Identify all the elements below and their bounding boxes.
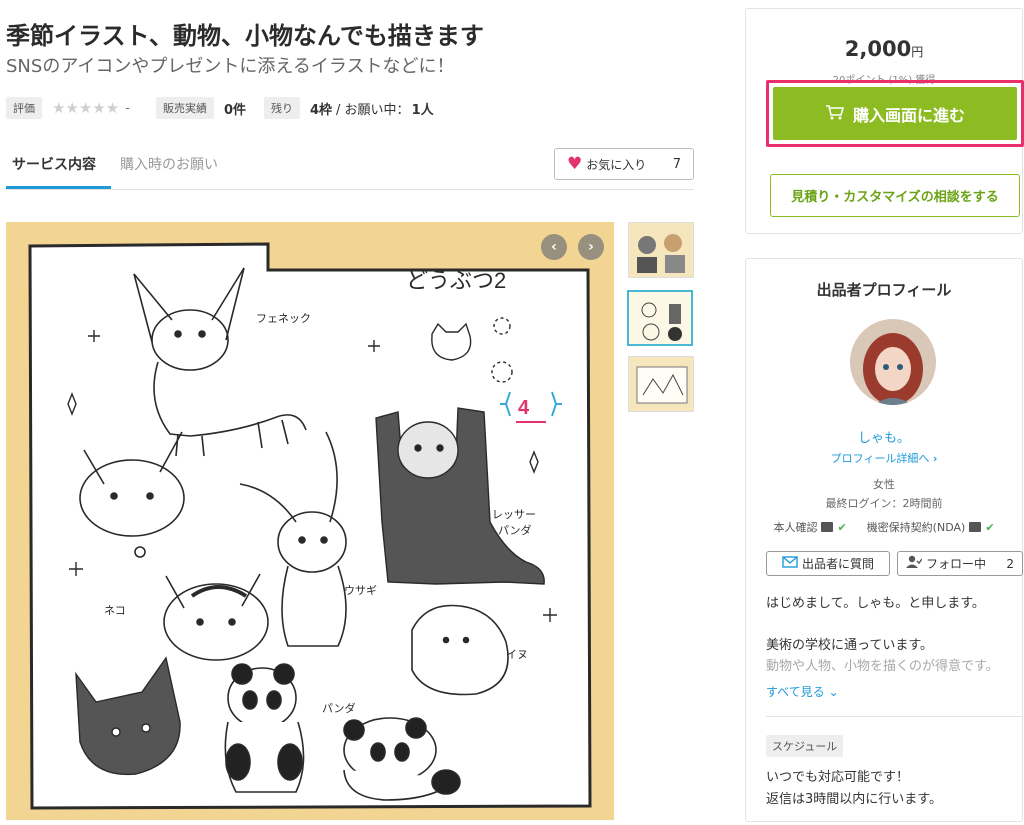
remaining-value: 4枠: [310, 102, 333, 118]
doodle-title: どうぶつ2: [406, 268, 506, 293]
rating-stars-icon: ★★★★★: [52, 99, 120, 117]
chevron-right-icon: ›: [932, 452, 938, 465]
user-check-icon-svg: [906, 555, 923, 568]
rating-value: -: [125, 100, 130, 116]
label-dog: イヌ: [506, 649, 528, 661]
service-meta: 評価 ★★★★★ - 販売実績 0件 残り 4枠 / お願い中： 1人: [6, 96, 434, 120]
main-illustration[interactable]: どうぶつ2 4 フェネック レッサー パンダ ウサギ ネコ イヌ パンダ ‹ ›: [6, 222, 614, 820]
envelope-icon: [782, 556, 798, 571]
seller-bio: はじめまして。しゃも。と申します。 美術の学校に通っています。 動物や人物、小物…: [766, 593, 999, 677]
buy-button-highlight: 購入画面に進む: [766, 80, 1024, 147]
thumbnail-2[interactable]: [627, 290, 693, 346]
bio-line: 動物や人物、小物を描くのが得意です。: [766, 659, 999, 674]
profile-divider: [766, 716, 1022, 717]
prev-image-button[interactable]: ‹: [541, 234, 567, 260]
see-all-link[interactable]: すべて見る ⌄: [766, 683, 839, 700]
thumbnail-1-image: [629, 223, 693, 277]
badge-number: 4: [518, 397, 530, 419]
label-fennec: フェネック: [256, 312, 311, 325]
follow-button[interactable]: フォロー中 2: [897, 551, 1023, 576]
seller-gender: 女性: [873, 478, 895, 491]
service-subtitle: SNSのアイコンやプレゼントに添えるイラストなどに！: [6, 56, 455, 77]
bio-line: はじめまして。しゃも。と申します。: [766, 596, 985, 611]
favorite-button[interactable]: ♥ お気に入り 7: [554, 148, 694, 180]
tab-purchase-request[interactable]: 購入時のお願い: [120, 154, 218, 174]
identity-label: 本人確認: [773, 521, 818, 534]
avatar[interactable]: [850, 319, 936, 405]
profile-detail-link[interactable]: プロフィール詳細へ ›: [746, 450, 1022, 466]
service-title: 季節イラスト、動物、小物なんでも描きます: [6, 22, 484, 50]
requests-value: 1人: [411, 102, 434, 118]
cart-icon-svg: [825, 104, 845, 119]
rating-tag: 評価: [6, 97, 42, 119]
label-panda: パンダ: [322, 701, 356, 715]
follow-count: 2: [1006, 556, 1014, 571]
buy-button[interactable]: 購入画面に進む: [773, 87, 1017, 140]
nda-check-icon: ✔: [985, 520, 995, 534]
identity-check-icon: ✔: [837, 520, 847, 534]
sales-tag: 販売実績: [155, 97, 214, 119]
price: 2,000円: [746, 37, 1022, 61]
thumbnail-1[interactable]: [628, 222, 694, 278]
tab-service-content[interactable]: サービス内容: [12, 154, 96, 174]
verification-row: 本人確認 ✔ 機密保持契約(NDA) ✔: [746, 519, 1022, 535]
last-login: 最終ログイン：2時間前: [825, 497, 943, 510]
schedule-tag: スケジュール: [766, 735, 844, 757]
profile-detail-label: プロフィール詳細へ: [830, 452, 930, 465]
consult-button[interactable]: 見積り・カスタマイズの相談をする: [770, 174, 1020, 217]
service-tabs: サービス内容 購入時のお願い ♥ お気に入り 7: [6, 142, 694, 190]
label-lesser-panda-1: レッサー: [492, 508, 536, 521]
price-value: 2,000: [844, 37, 912, 61]
nda-label: 機密保持契約(NDA): [866, 521, 966, 534]
next-image-button[interactable]: ›: [578, 234, 604, 260]
seller-profile-card: 出品者プロフィール しゃも。 プロフィール詳細へ › 女性 最終ログイン：2時間…: [745, 258, 1023, 822]
chevron-down-icon: ⌄: [828, 685, 839, 699]
see-all-label: すべて見る: [766, 685, 825, 699]
schedule-text: いつでも対応可能です！ 返信は3時間以内に行います。: [766, 767, 942, 811]
sales-value: 0件: [223, 102, 246, 118]
favorite-label: お気に入り: [586, 157, 647, 172]
thumbnail-3-image: [629, 357, 693, 411]
id-card-icon: [821, 522, 834, 532]
cart-icon: [825, 104, 845, 124]
purchase-card: 2,000円 20ポイント (1%) 獲得 購入画面に進む 見積り・カスタマイズ…: [745, 8, 1024, 234]
requests-text: / お願い中：: [336, 102, 410, 118]
ask-seller-button[interactable]: 出品者に質問: [766, 551, 890, 576]
remaining-tag: 残り: [264, 97, 300, 119]
thumbnail-2-image: [629, 292, 691, 344]
seller-name[interactable]: しゃも。: [746, 427, 1022, 446]
label-rabbit: ウサギ: [344, 584, 377, 597]
schedule-line: 返信は3時間以内に行います。: [766, 792, 942, 807]
envelope-icon-svg: [782, 556, 798, 568]
thumbnail-3[interactable]: [628, 356, 694, 412]
label-lesser-panda-2: パンダ: [498, 523, 532, 537]
favorite-count: 7: [672, 156, 681, 172]
ask-seller-label: 出品者に質問: [801, 557, 874, 571]
lock-icon: [969, 522, 982, 532]
buy-button-label: 購入画面に進む: [852, 105, 965, 125]
label-cat: ネコ: [104, 604, 126, 617]
active-tab-indicator: [6, 186, 111, 189]
follow-label: フォロー中: [926, 557, 987, 571]
heart-icon: ♥: [567, 154, 583, 174]
user-check-icon: [906, 555, 923, 572]
price-currency: 円: [911, 45, 924, 59]
bio-spacer: [766, 614, 999, 635]
schedule-line: いつでも対応可能です！: [766, 770, 910, 785]
illustration-drawing: どうぶつ2 4 フェネック レッサー パンダ ウサギ ネコ イヌ パンダ: [28, 242, 592, 810]
avatar-image: [850, 319, 936, 405]
profile-heading: 出品者プロフィール: [816, 281, 952, 299]
bio-line: 美術の学校に通っています。: [766, 638, 934, 653]
